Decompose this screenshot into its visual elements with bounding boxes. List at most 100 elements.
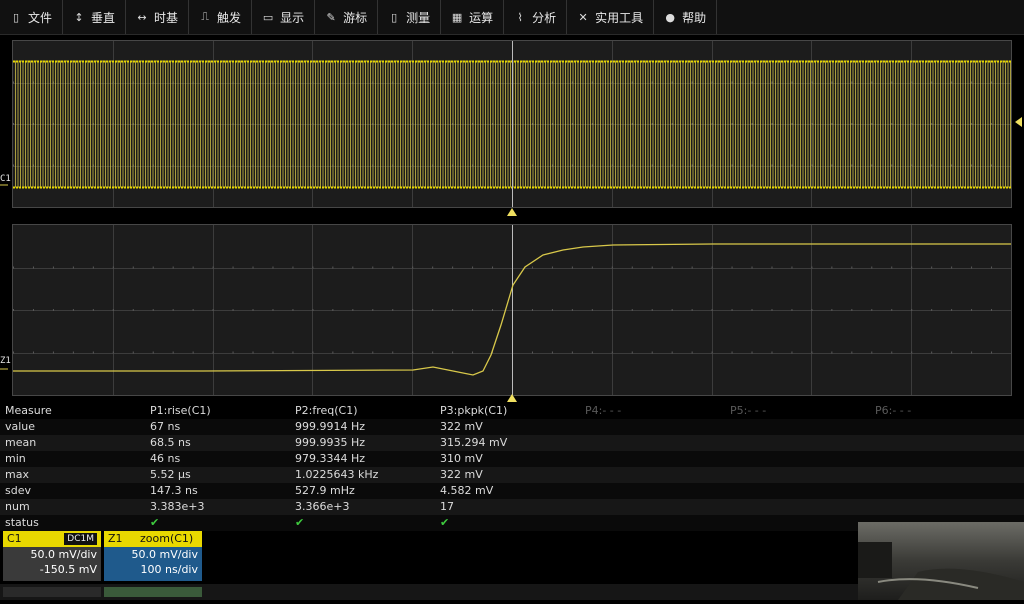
analysis-icon: ⌇ bbox=[517, 10, 523, 24]
vertical-icon: ↕ bbox=[74, 10, 84, 24]
p6-header[interactable]: P6:- - - bbox=[875, 403, 911, 419]
z1-timebase: 100 ns/div bbox=[140, 563, 198, 576]
measure-table: Measure P1:rise(C1) P2:freq(C1) P3:pkpk(… bbox=[0, 403, 1024, 531]
menu-measure[interactable]: ▯ 测量 bbox=[378, 0, 442, 34]
menu-math[interactable]: ▦ 运算 bbox=[441, 0, 505, 34]
menu-label: 分析 bbox=[532, 10, 557, 25]
p5-header[interactable]: P5:- - - bbox=[730, 403, 766, 419]
p3-min: 310 mV bbox=[440, 452, 483, 465]
menu-cursors[interactable]: ✎ 游标 bbox=[315, 0, 379, 34]
p3-mean: 315.294 mV bbox=[440, 436, 508, 449]
thumbnail-image bbox=[858, 522, 1024, 600]
menu-label: 触发 bbox=[217, 10, 242, 25]
c1-name: C1 bbox=[7, 532, 22, 545]
row-label: mean bbox=[5, 436, 37, 449]
measure-row-sdev: sdev 147.3 ns 527.9 mHz 4.582 mV bbox=[0, 483, 1024, 499]
measure-header: Measure bbox=[5, 404, 52, 417]
trigger-icon: ⎍ bbox=[201, 10, 209, 23]
z1-source: zoom(C1) bbox=[140, 532, 194, 545]
z1-level-marker-icon[interactable] bbox=[0, 365, 12, 373]
p2-sdev: 527.9 mHz bbox=[295, 484, 355, 497]
z1-vertical-scale: 50.0 mV/div bbox=[131, 548, 198, 561]
menu-timebase[interactable]: ↔ 时基 bbox=[126, 0, 190, 34]
menu-label: 文件 bbox=[28, 10, 53, 25]
zoom-trigger-position-icon[interactable] bbox=[507, 394, 517, 403]
measure-header-row: Measure P1:rise(C1) P2:freq(C1) P3:pkpk(… bbox=[0, 403, 1024, 419]
math-icon: ▦ bbox=[451, 10, 463, 24]
p1-value: 67 ns bbox=[150, 420, 181, 433]
row-label: status bbox=[5, 516, 39, 529]
p3-max: 322 mV bbox=[440, 468, 483, 481]
p1-status-check-icon: ✔ bbox=[150, 516, 160, 529]
coupling-badge: DC1M bbox=[64, 533, 97, 545]
z1-name: Z1 bbox=[108, 532, 123, 545]
menu-label: 帮助 bbox=[682, 10, 707, 25]
p3-sdev: 4.582 mV bbox=[440, 484, 494, 497]
p2-num: 3.366e+3 bbox=[295, 500, 350, 513]
p2-min: 979.3344 Hz bbox=[295, 452, 366, 465]
z1-descriptor[interactable]: Z1 zoom(C1) 50.0 mV/div 100 ns/div bbox=[104, 531, 202, 581]
menu-vertical[interactable]: ↕ 垂直 bbox=[63, 0, 127, 34]
p2-header[interactable]: P2:freq(C1) bbox=[295, 403, 358, 419]
menu-utilities[interactable]: ✕ 实用工具 bbox=[567, 0, 655, 34]
c1-level-marker-icon[interactable] bbox=[0, 182, 12, 190]
p1-num: 3.383e+3 bbox=[150, 500, 205, 513]
measure-row-value: value 67 ns 999.9914 Hz 322 mV bbox=[0, 419, 1024, 435]
menu-display[interactable]: ▭ 显示 bbox=[252, 0, 316, 34]
menu-trigger[interactable]: ⎍ 触发 bbox=[189, 0, 253, 34]
p1-mean: 68.5 ns bbox=[150, 436, 191, 449]
p1-min: 46 ns bbox=[150, 452, 181, 465]
menu-file[interactable]: ▯ 文件 bbox=[0, 0, 64, 34]
measure-icon: ▯ bbox=[391, 10, 398, 24]
menu-bar: ▯ 文件 ↕ 垂直 ↔ 时基 ⎍ 触发 ▭ 显示 ✎ 游标 ▯ 测量 ▦ 运算 ⌇ 分析 ✕ 实用工… bbox=[0, 0, 1024, 35]
p1-sdev: 147.3 ns bbox=[150, 484, 198, 497]
p2-mean: 999.9935 Hz bbox=[295, 436, 366, 449]
measure-row-min: min 46 ns 979.3344 Hz 310 mV bbox=[0, 451, 1024, 467]
trigger-level-icon[interactable] bbox=[1013, 117, 1023, 127]
row-label: sdev bbox=[5, 484, 31, 497]
measure-row-num: num 3.383e+3 3.366e+3 17 bbox=[0, 499, 1024, 515]
c1-vertical-scale: 50.0 mV/div bbox=[30, 548, 97, 561]
file-icon: ▯ bbox=[12, 10, 20, 24]
menu-help[interactable]: ● 帮助 bbox=[654, 0, 718, 34]
row-label: max bbox=[5, 468, 29, 481]
c1-offset: -150.5 mV bbox=[39, 563, 97, 576]
trigger-position-icon[interactable] bbox=[507, 208, 517, 217]
menu-label: 游标 bbox=[343, 10, 368, 25]
menu-label: 垂直 bbox=[91, 10, 116, 25]
p2-value: 999.9914 Hz bbox=[295, 420, 366, 433]
menu-label: 显示 bbox=[280, 10, 305, 25]
row-label: value bbox=[5, 420, 36, 433]
row-label: min bbox=[5, 452, 26, 465]
waveform-grid-z1[interactable] bbox=[12, 224, 1012, 396]
c1-waveform-svg bbox=[13, 41, 1011, 207]
measure-row-max: max 5.52 µs 1.0225643 kHz 322 mV bbox=[0, 467, 1024, 483]
menu-label: 运算 bbox=[469, 10, 494, 25]
measure-row-mean: mean 68.5 ns 999.9935 Hz 315.294 mV bbox=[0, 435, 1024, 451]
z1-descriptor-header: Z1 zoom(C1) bbox=[104, 531, 202, 547]
tools-icon: ✕ bbox=[578, 10, 588, 24]
z1-waveform-svg bbox=[13, 225, 1011, 395]
menu-analysis[interactable]: ⌇ 分析 bbox=[504, 0, 568, 34]
z1-descriptor-body: 50.0 mV/div 100 ns/div bbox=[104, 547, 202, 581]
timebase-icon: ↔ bbox=[137, 10, 147, 24]
p1-max: 5.52 µs bbox=[150, 468, 191, 481]
help-icon: ● bbox=[665, 10, 675, 24]
p3-status-check-icon: ✔ bbox=[440, 516, 450, 529]
p2-max: 1.0225643 kHz bbox=[295, 468, 379, 481]
menu-label: 时基 bbox=[154, 10, 179, 25]
p4-header[interactable]: P4:- - - bbox=[585, 403, 621, 419]
p3-header[interactable]: P3:pkpk(C1) bbox=[440, 403, 507, 419]
p1-header[interactable]: P1:rise(C1) bbox=[150, 403, 211, 419]
p3-num: 17 bbox=[440, 500, 454, 513]
menu-label: 测量 bbox=[406, 10, 431, 25]
p3-value: 322 mV bbox=[440, 420, 483, 433]
row-label: num bbox=[5, 500, 30, 513]
cursor-icon: ✎ bbox=[326, 10, 336, 24]
c1-descriptor-body: 50.0 mV/div -150.5 mV bbox=[3, 547, 101, 581]
waveform-grid-c1[interactable] bbox=[12, 40, 1012, 208]
display-icon: ▭ bbox=[262, 10, 274, 24]
c1-descriptor-header: C1 DC1M bbox=[3, 531, 101, 547]
p2-status-check-icon: ✔ bbox=[295, 516, 305, 529]
c1-descriptor[interactable]: C1 DC1M 50.0 mV/div -150.5 mV bbox=[3, 531, 101, 581]
